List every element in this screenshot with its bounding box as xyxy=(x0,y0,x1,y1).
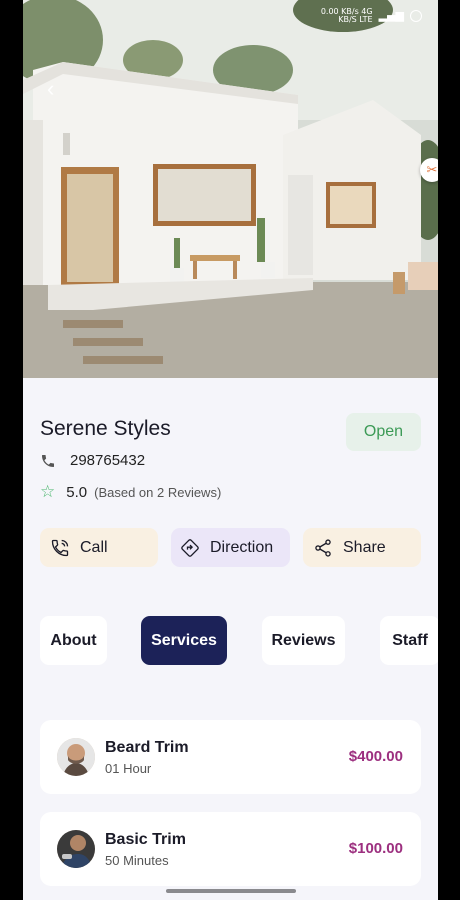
share-button-label: Share xyxy=(343,538,386,556)
tab-staff[interactable]: Staff xyxy=(380,616,438,665)
service-duration: 01 Hour xyxy=(105,761,152,776)
battery-icon xyxy=(410,10,422,22)
review-count: (Based on 2 Reviews) xyxy=(94,484,222,500)
service-title: Basic Trim xyxy=(105,831,186,848)
tab-reviews[interactable]: Reviews xyxy=(262,616,345,665)
service-price: $400.00 xyxy=(348,748,403,765)
service-avatar xyxy=(57,738,95,776)
call-button-label: Call xyxy=(80,538,108,556)
phone-number: 298765432 xyxy=(70,452,146,469)
tab-services[interactable]: Services xyxy=(141,616,227,665)
status-bar: 0.00 KB/s 4G KB/S LTE ▂▄▆ xyxy=(321,8,422,24)
direction-button-label: Direction xyxy=(210,538,274,556)
direction-icon xyxy=(181,538,199,557)
service-avatar xyxy=(57,830,95,868)
barber-photo xyxy=(57,738,95,776)
call-button[interactable]: Call xyxy=(40,528,158,567)
rating-row: ☆ 5.0 (Based on 2 Reviews) xyxy=(40,482,221,502)
storefront-illustration xyxy=(23,0,438,378)
barber-photo xyxy=(57,830,95,868)
back-arrow-icon[interactable]: ‹ xyxy=(47,78,54,100)
rating-score: 5.0 xyxy=(66,483,88,501)
share-icon xyxy=(315,538,331,557)
tab-about[interactable]: About xyxy=(40,616,107,665)
phone-call-icon xyxy=(51,539,69,556)
scissors-icon[interactable]: ✂ xyxy=(420,158,438,182)
star-icon: ☆ xyxy=(40,482,56,501)
service-duration: 50 Minutes xyxy=(105,853,169,868)
share-button[interactable]: Share xyxy=(303,528,421,567)
phone-icon xyxy=(42,454,54,467)
salon-detail-screen: 0.00 KB/s 4G KB/S LTE ▂▄▆ ‹ ✂ Serene Sty… xyxy=(23,0,438,900)
network-speed: 0.00 KB/s 4G KB/S LTE xyxy=(321,8,373,24)
open-status-badge: Open xyxy=(346,413,421,451)
direction-button[interactable]: Direction xyxy=(171,528,290,567)
salon-cover-photo: 0.00 KB/s 4G KB/S LTE ▂▄▆ ‹ ✂ xyxy=(23,0,438,378)
network-speed-line2: KB/S LTE xyxy=(338,15,373,24)
service-price: $100.00 xyxy=(348,840,403,857)
service-card[interactable]: Basic Trim 50 Minutes $100.00 xyxy=(40,812,421,886)
salon-name: Serene Styles xyxy=(40,417,171,440)
service-title: Beard Trim xyxy=(105,739,189,756)
service-card[interactable]: Beard Trim 01 Hour $400.00 xyxy=(40,720,421,794)
home-indicator[interactable] xyxy=(166,889,296,893)
phone-row[interactable]: 298765432 xyxy=(40,452,145,469)
signal-icon: ▂▄▆ xyxy=(378,9,404,22)
